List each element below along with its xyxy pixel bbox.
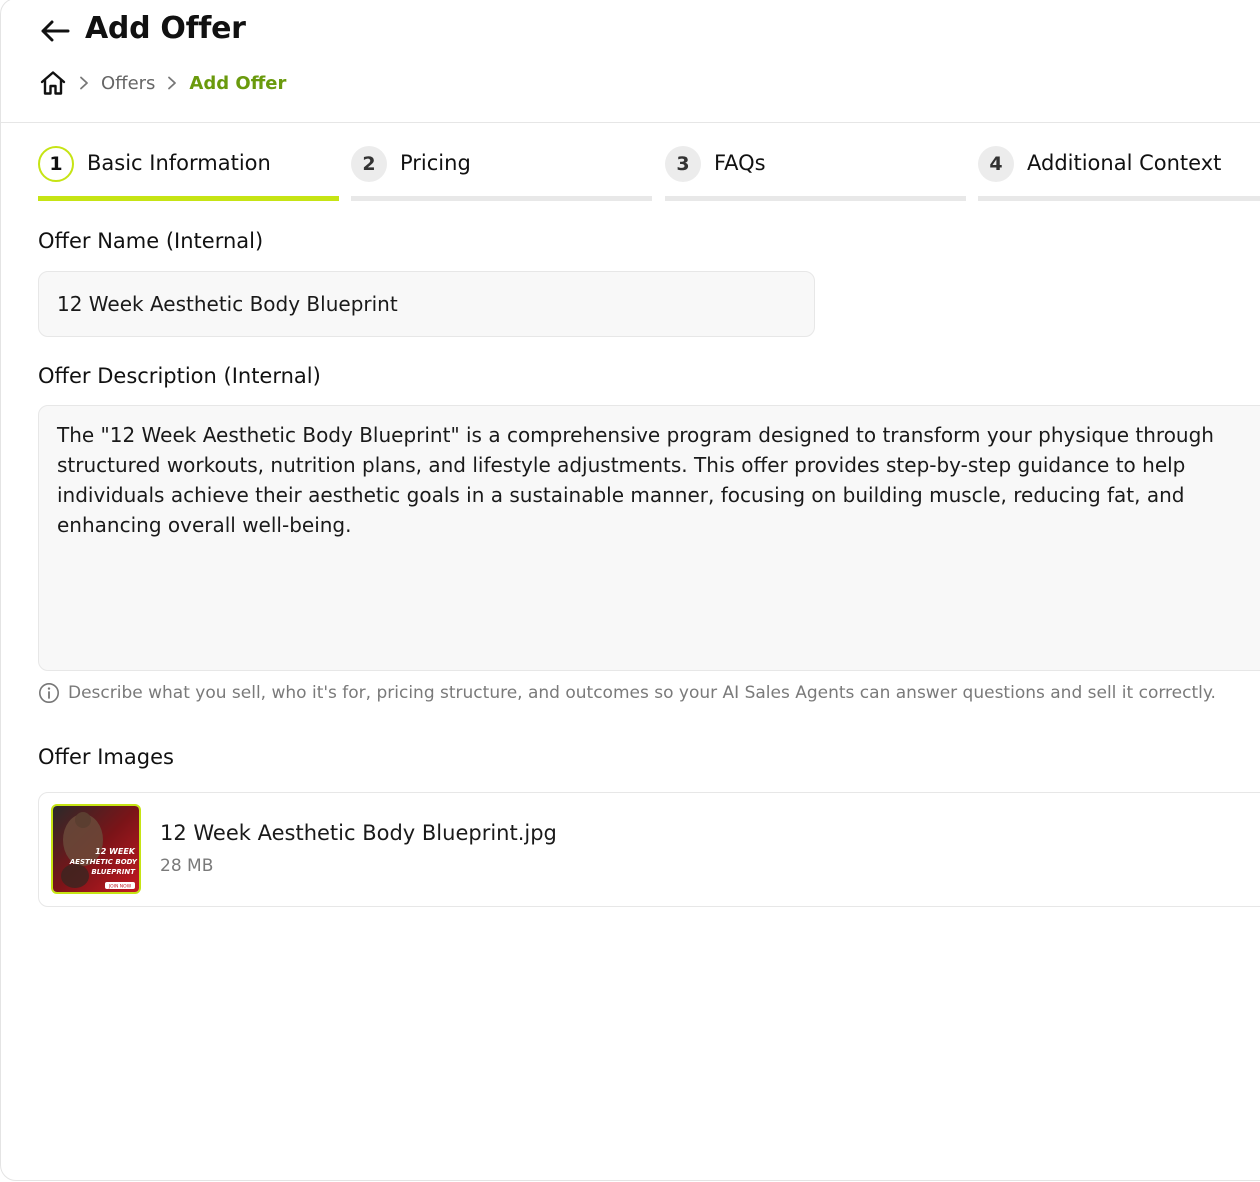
thumb-text-line1: 12 WEEK: [95, 847, 136, 856]
chevron-right-icon: [168, 76, 177, 90]
step-basic-information[interactable]: 1 Basic Information: [38, 144, 339, 202]
offer-card: Add Offer Offers Add Offer 1 Basic Infor…: [0, 0, 1260, 1181]
step-label: Pricing: [400, 151, 471, 175]
step-progress-bar: [978, 196, 1260, 201]
breadcrumb-separator: [71, 76, 97, 90]
step-label: Additional Context: [1027, 151, 1222, 175]
image-thumbnail[interactable]: 12 WEEK AESTHETIC BODY BLUEPRINT JOIN NO…: [51, 804, 141, 894]
chevron-right-icon: [80, 76, 88, 90]
step-faqs[interactable]: 3 FAQs: [665, 144, 966, 202]
back-button[interactable]: [39, 17, 71, 45]
offer-description-textarea[interactable]: The "12 Week Aesthetic Body Blueprint" i…: [38, 405, 1260, 671]
offer-name-input[interactable]: [38, 271, 815, 337]
step-label: FAQs: [714, 151, 766, 175]
step-label: Basic Information: [87, 151, 271, 175]
breadcrumb: Offers Add Offer: [39, 69, 286, 97]
home-icon: [40, 71, 66, 95]
step-pricing[interactable]: 2 Pricing: [351, 144, 652, 202]
offer-images-label: Offer Images: [38, 745, 174, 769]
step-progress-bar: [351, 196, 652, 201]
offer-name-label: Offer Name (Internal): [38, 229, 264, 253]
thumb-text-line2: AESTHETIC BODY: [69, 858, 138, 866]
breadcrumb-home[interactable]: [39, 69, 67, 97]
offer-description-hint: Describe what you sell, who it's for, pr…: [38, 682, 1216, 704]
step-progress-bar: [665, 196, 966, 201]
arrow-left-icon: [41, 20, 70, 42]
uploaded-image-item[interactable]: 12 WEEK AESTHETIC BODY BLUEPRINT JOIN NO…: [38, 792, 1260, 907]
step-progress-bar: [38, 196, 339, 201]
step-number: 1: [38, 146, 74, 182]
breadcrumb-offers[interactable]: Offers: [101, 73, 155, 94]
info-icon: [38, 682, 60, 704]
step-additional-context[interactable]: 4 Additional Context: [978, 144, 1260, 202]
breadcrumb-separator: [159, 76, 185, 90]
thumb-text-line3: BLUEPRINT: [91, 868, 136, 876]
hint-text: Describe what you sell, who it's for, pr…: [68, 683, 1216, 703]
image-file-size: 28 MB: [160, 856, 214, 876]
stepper: 1 Basic Information 2 Pricing 3 FAQs 4 A…: [38, 144, 1260, 204]
step-number: 3: [665, 146, 701, 182]
page-header: Add Offer Offers Add Offer: [1, 0, 1260, 123]
step-number: 4: [978, 146, 1014, 182]
step-number: 2: [351, 146, 387, 182]
offer-description-label: Offer Description (Internal): [38, 364, 321, 388]
image-file-name: 12 Week Aesthetic Body Blueprint.jpg: [160, 821, 557, 845]
thumb-text-cta: JOIN NOW: [108, 884, 132, 890]
page-title: Add Offer: [85, 11, 246, 46]
breadcrumb-current: Add Offer: [189, 72, 287, 94]
